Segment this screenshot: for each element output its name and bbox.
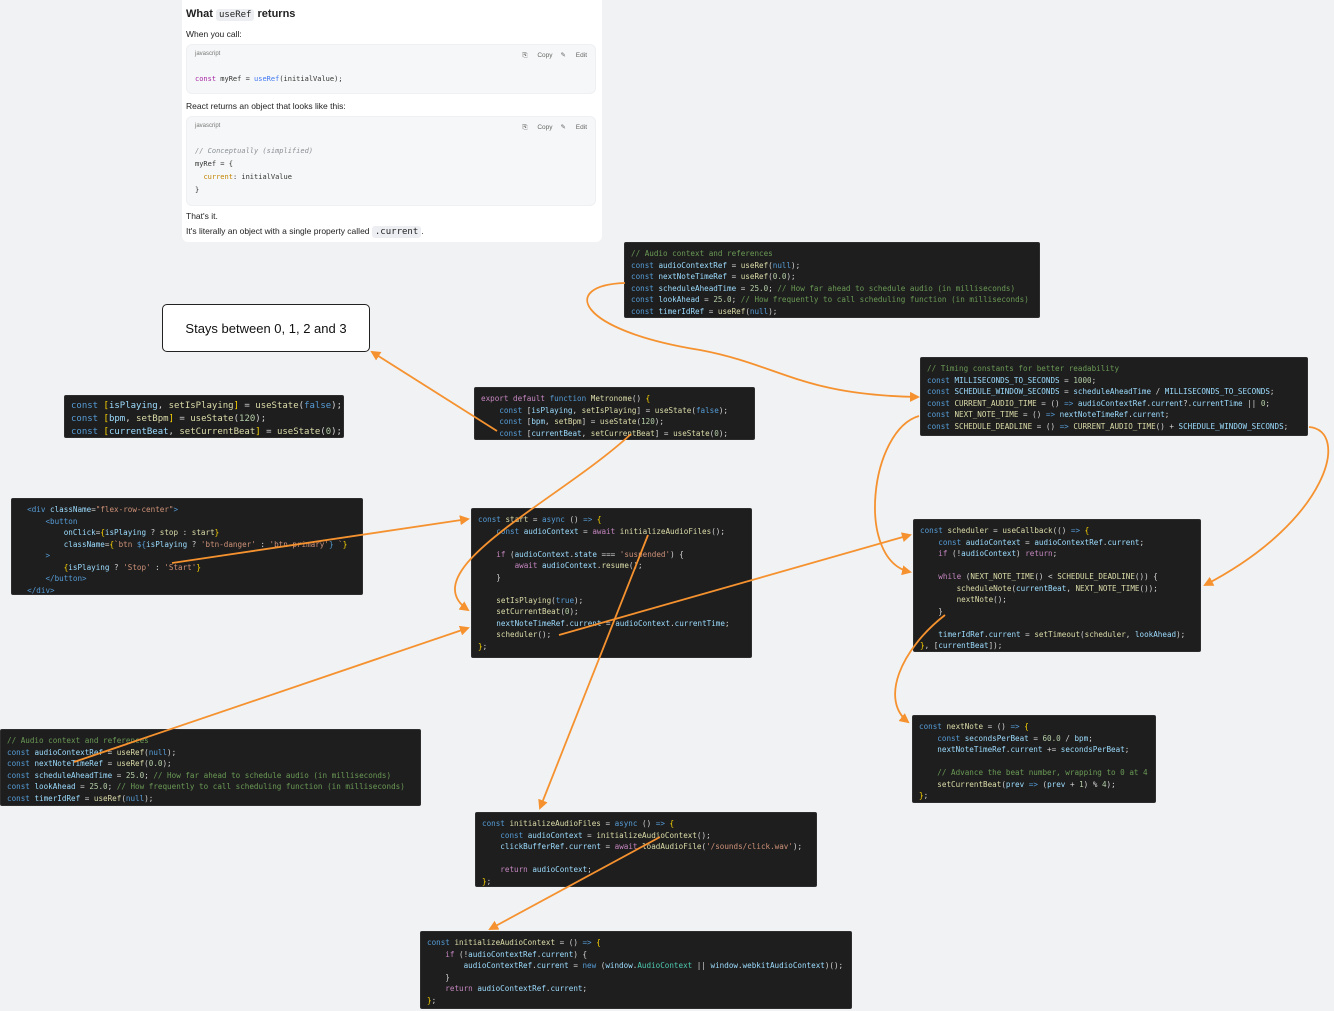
code-snippet-metronome[interactable]: export default function Metronome() { co… <box>474 387 755 440</box>
code-snippet-usestate[interactable]: const [isPlaying, setIsPlaying] = useSta… <box>64 395 344 438</box>
code-snippet-jsx-button[interactable]: <div className="flex-row-center"> <butto… <box>11 498 363 595</box>
section-heading: What useRef returns <box>186 8 296 21</box>
code-snippet-nextnote[interactable]: const nextNote = () => { const secondsPe… <box>912 715 1156 803</box>
code-snippet-initialize-audio-context[interactable]: const initializeAudioContext = () => { i… <box>420 931 852 1009</box>
code-snippet-initialize-audio-files[interactable]: const initializeAudioFiles = async () =>… <box>475 812 817 887</box>
edit-button[interactable]: ✎ Edit <box>561 52 587 59</box>
code-block-2: javascript ⎘ Copy ✎ Edit // Conceptually … <box>186 116 596 206</box>
code-snippet-scheduler[interactable]: const scheduler = useCallback(() => { co… <box>913 519 1201 652</box>
paragraph: That's it. <box>186 211 218 221</box>
code-snippet-audio-refs-bottom[interactable]: // Audio context and references const au… <box>0 729 421 806</box>
annotation-note[interactable]: Stays between 0, 1, 2 and 3 <box>162 304 370 352</box>
chat-message: What useRef returns When you call: javas… <box>182 0 602 242</box>
paragraph: It's literally an object with a single p… <box>186 226 424 238</box>
paragraph: React returns an object that looks like … <box>186 101 346 111</box>
code-block-1: javascript ⎘ Copy ✎ Edit const myRef = us… <box>186 44 596 94</box>
copy-button[interactable]: ⎘ Copy <box>522 124 552 131</box>
edit-button[interactable]: ✎ Edit <box>561 124 587 131</box>
paragraph: When you call: <box>186 29 242 39</box>
code-snippet-audio-refs-top[interactable]: // Audio context and references const au… <box>624 242 1040 318</box>
copy-button[interactable]: ⎘ Copy <box>522 52 552 59</box>
code-snippet-timing-constants[interactable]: // Timing constants for better readabili… <box>920 357 1308 436</box>
code-snippet-start[interactable]: const start = async () => { const audioC… <box>471 508 752 658</box>
arrow-constants-to-scheduler-right <box>1203 426 1330 586</box>
